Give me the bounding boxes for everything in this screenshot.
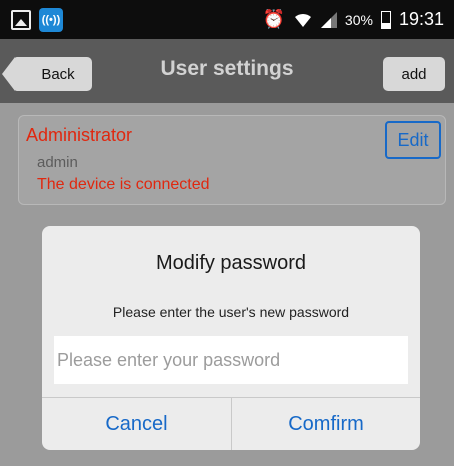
password-input[interactable] xyxy=(54,336,408,384)
user-account: admin xyxy=(37,154,78,171)
status-indicators: ⏰ 30% 19:31 xyxy=(263,0,445,39)
confirm-button[interactable]: Comfirm xyxy=(232,398,420,450)
user-card[interactable]: Administrator admin The device is connec… xyxy=(18,115,446,205)
wifi-icon xyxy=(294,13,311,27)
alarm-icon: ⏰ xyxy=(262,9,285,29)
dialog-title: Modify password xyxy=(155,252,307,274)
connection-status: The device is connected xyxy=(37,176,210,193)
hotspot-icon: ((•)) xyxy=(39,8,63,32)
edit-button[interactable]: Edit xyxy=(385,121,441,159)
signal-icon xyxy=(320,11,337,28)
clock: 19:31 xyxy=(398,9,444,29)
gallery-icon xyxy=(11,10,31,30)
battery-percent: 30% xyxy=(344,11,373,28)
modify-password-dialog: Modify password Please enter the user's … xyxy=(42,226,420,450)
cancel-button[interactable]: Cancel xyxy=(42,398,231,450)
dialog-message: Please enter the user's new password xyxy=(112,304,350,320)
add-user-button[interactable]: add xyxy=(383,57,445,91)
status-bar: ((•)) ⏰ 30% 19:31 xyxy=(0,0,454,39)
nav-bar: Back User settings add xyxy=(0,39,454,103)
battery-icon xyxy=(380,10,391,29)
user-name: Administrator xyxy=(26,125,133,145)
